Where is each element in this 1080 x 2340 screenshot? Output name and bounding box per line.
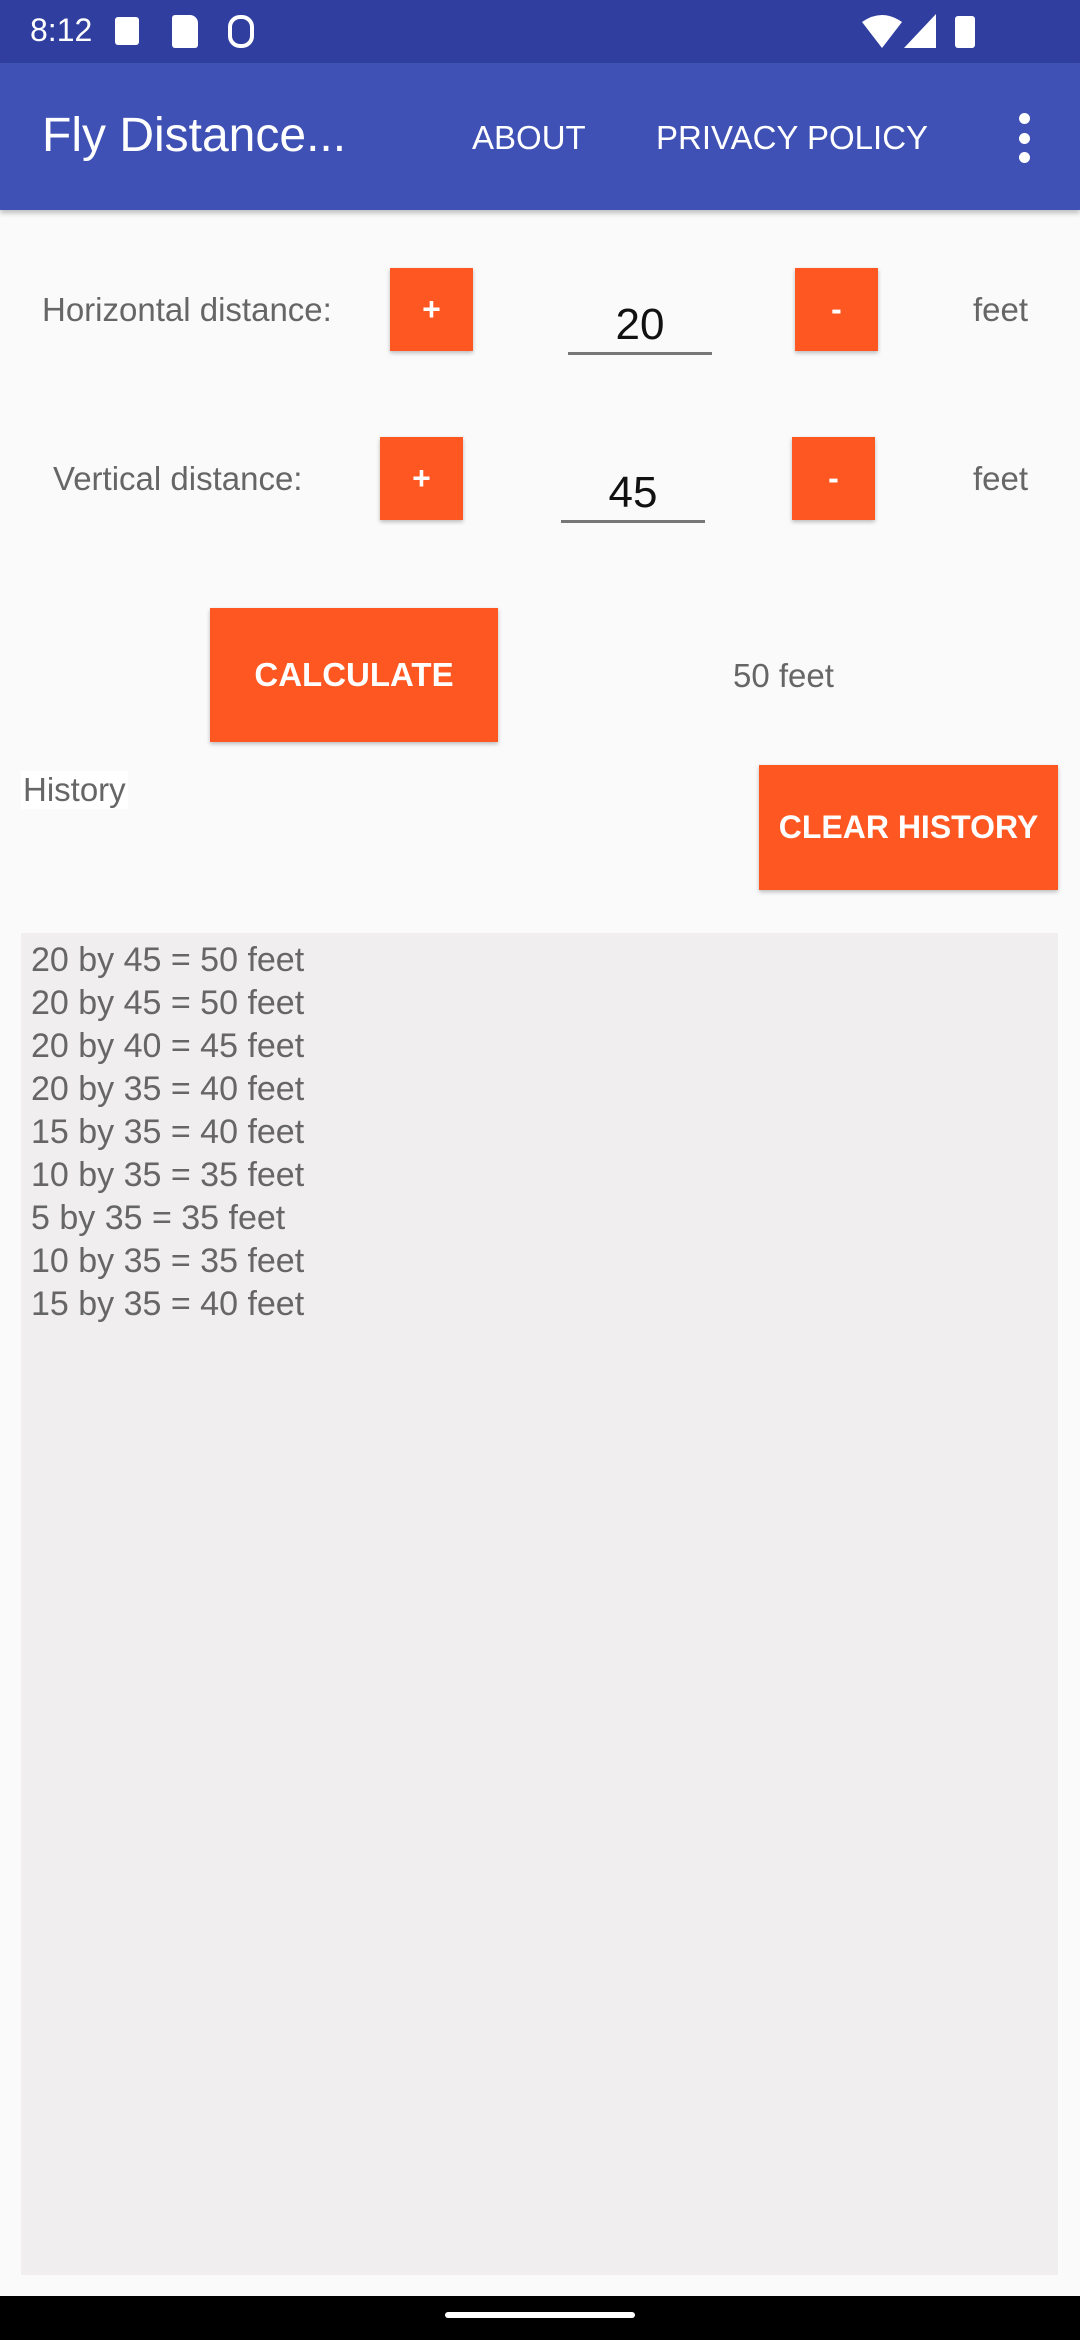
battery-icon <box>955 16 975 48</box>
vertical-distance-label: Vertical distance: <box>53 460 303 497</box>
sd-card-icon <box>172 15 198 48</box>
privacy-policy-menu-item[interactable]: PRIVACY POLICY <box>656 119 928 157</box>
status-time: 8:12 <box>30 12 93 48</box>
history-item: 5 by 35 = 35 feet <box>31 1199 286 1237</box>
debug-icon <box>228 15 254 48</box>
history-item: 15 by 35 = 40 feet <box>31 1113 305 1151</box>
horizontal-minus-button[interactable]: - <box>795 268 878 351</box>
history-item: 20 by 45 = 50 feet <box>31 984 305 1022</box>
vertical-distance-input[interactable]: 45 <box>561 463 705 523</box>
horizontal-unit-label: feet <box>973 291 1029 328</box>
signal-icon <box>904 14 936 48</box>
more-vert-icon[interactable] <box>1012 113 1036 163</box>
status-bar: 8:12 <box>0 0 1080 63</box>
history-item: 20 by 40 = 45 feet <box>31 1027 305 1065</box>
app-bar: Fly Distance... ABOUT PRIVACY POLICY <box>0 63 1080 210</box>
vertical-minus-button[interactable]: - <box>792 437 875 520</box>
horizontal-distance-label: Horizontal distance: <box>42 291 332 328</box>
history-item: 20 by 35 = 40 feet <box>31 1070 305 1108</box>
horizontal-distance-input[interactable]: 20 <box>568 295 712 355</box>
calculate-button[interactable]: CALCULATE <box>210 608 498 742</box>
result-text: 50 feet <box>733 657 834 694</box>
about-menu-item[interactable]: ABOUT <box>472 119 586 157</box>
history-item: 10 by 35 = 35 feet <box>31 1156 305 1194</box>
history-label: History <box>21 771 128 809</box>
history-item: 15 by 35 = 40 feet <box>31 1285 305 1323</box>
app-title: Fly Distance... <box>42 109 347 162</box>
vertical-plus-button[interactable]: + <box>380 437 463 520</box>
history-item: 10 by 35 = 35 feet <box>31 1242 305 1280</box>
history-list[interactable]: 20 by 45 = 50 feet 20 by 45 = 50 feet 20… <box>21 933 1058 2275</box>
horizontal-plus-button[interactable]: + <box>390 268 473 351</box>
navigation-bar <box>0 2296 1080 2340</box>
a-badge-icon <box>115 17 139 45</box>
history-item: 20 by 45 = 50 feet <box>31 941 305 979</box>
vertical-unit-label: feet <box>973 460 1029 497</box>
home-handle[interactable] <box>445 2312 635 2318</box>
wifi-icon <box>862 15 902 48</box>
clear-history-button[interactable]: CLEAR HISTORY <box>759 765 1058 890</box>
